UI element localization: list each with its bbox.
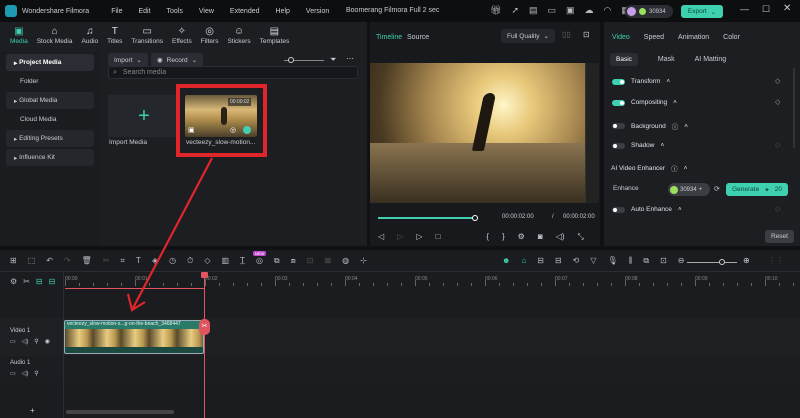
annotation-arrow — [126, 157, 213, 312]
